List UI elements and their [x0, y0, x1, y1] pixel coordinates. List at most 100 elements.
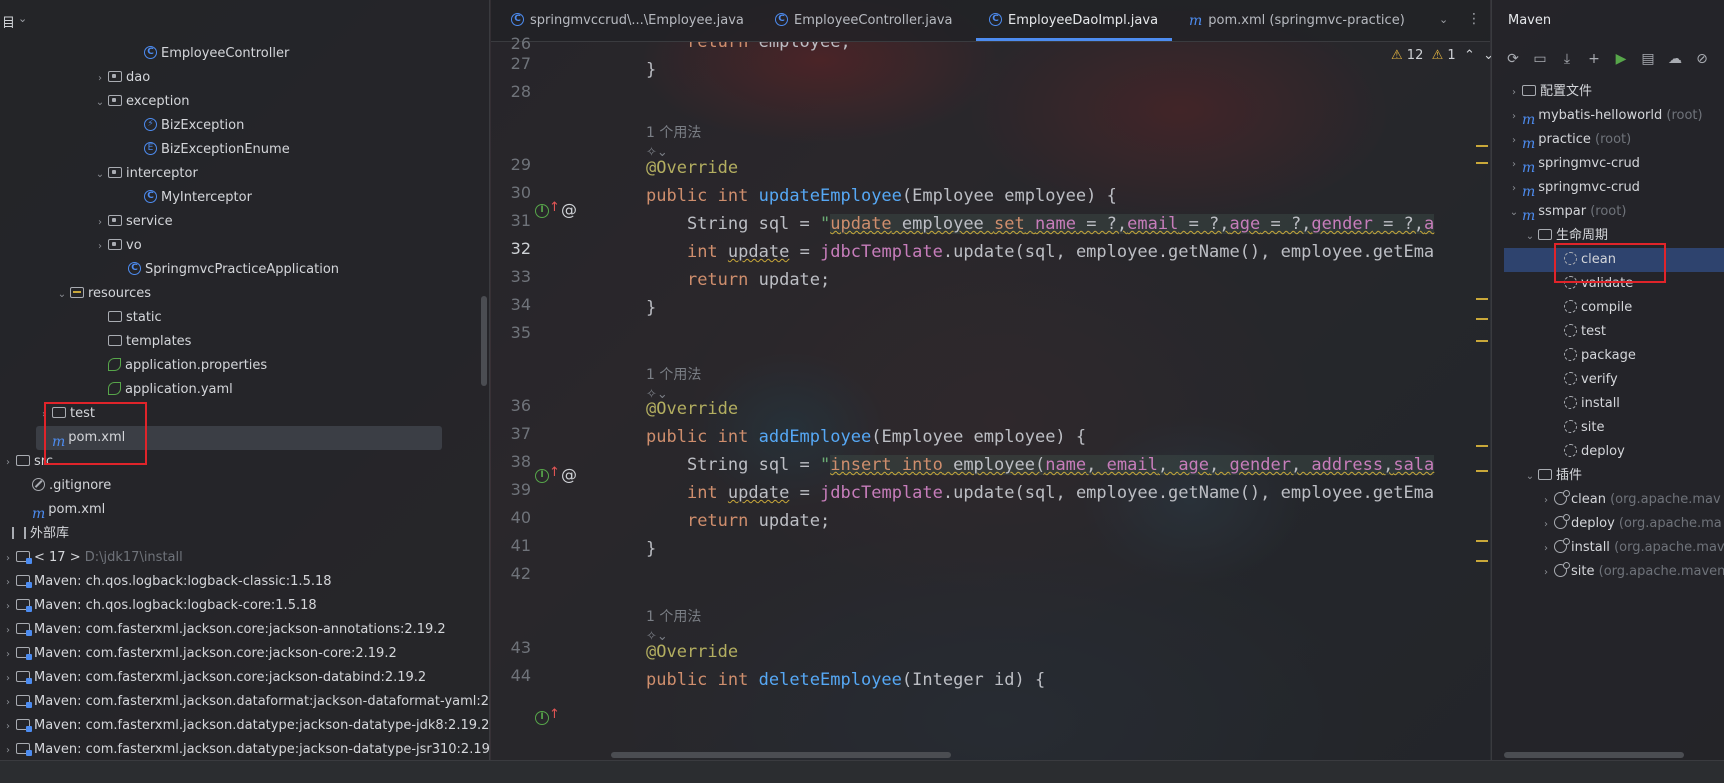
chevron-right-icon[interactable]: ›	[92, 211, 108, 235]
plus-icon[interactable]: +	[1585, 50, 1603, 68]
chevron-right-icon[interactable]: ›	[0, 715, 16, 739]
chevron-right-icon[interactable]: ›	[1506, 177, 1522, 201]
project-tree-item[interactable]: › test	[36, 402, 95, 426]
implements-method-icon[interactable]: I	[535, 469, 549, 483]
project-tree-item[interactable]: › dao	[92, 66, 150, 90]
maven-tree-item[interactable]: › m springmvc-crud	[1506, 152, 1640, 176]
project-tree-item[interactable]: m pom.xml	[36, 426, 442, 450]
project-tree-item[interactable]: E BizExceptionEnume	[128, 138, 290, 162]
code-area[interactable]: return employee; } 1 个用法 ✧⌄ @Override pu…	[646, 42, 1486, 760]
maven-tree-item[interactable]: validate	[1548, 272, 1633, 296]
error-stripe-mark[interactable]	[1476, 540, 1488, 542]
chevron-right-icon[interactable]: ›	[0, 619, 16, 643]
project-tree-item[interactable]: application.yaml	[92, 378, 233, 402]
override-arrow-icon[interactable]: ↑	[549, 465, 560, 480]
chevron-down-icon[interactable]: ⌄	[54, 283, 70, 307]
maven-tree-item[interactable]: › m mybatis-helloworld (root)	[1506, 104, 1703, 128]
project-tree-item[interactable]: › < 17 > D:\jdk17\install	[0, 546, 183, 570]
more-options-icon[interactable]: ⋮	[1467, 11, 1481, 27]
maven-tree-item[interactable]: package	[1548, 344, 1636, 368]
chevron-down-icon[interactable]: ⌄	[1522, 465, 1538, 489]
maven-tree-item[interactable]: site	[1548, 416, 1604, 440]
usage-hint[interactable]: 1 个用法	[646, 122, 701, 142]
project-tree-item[interactable]: ⚡ BizException	[128, 114, 244, 138]
execute-goal-icon[interactable]: ▤	[1639, 50, 1657, 68]
chevron-down-icon[interactable]: ⌄	[1522, 225, 1538, 249]
horizontal-scrollbar[interactable]	[1504, 752, 1684, 758]
project-tree-item[interactable]: C EmployeeController	[128, 42, 289, 66]
maven-tree-item[interactable]: clean	[1504, 248, 1724, 272]
tab-employee-dao-impl[interactable]: C EmployeeDaoImpl.java	[989, 13, 1158, 33]
chevron-right-icon[interactable]: ›	[1506, 129, 1522, 153]
chevron-right-icon[interactable]: ›	[36, 403, 52, 427]
chevron-right-icon[interactable]: ›	[92, 67, 108, 91]
tab-pom-xml[interactable]: m pom.xml (springmvc-practice)	[1189, 13, 1405, 33]
maven-tree-item[interactable]: install	[1548, 392, 1620, 416]
chevron-down-icon[interactable]: ⌄	[18, 12, 27, 25]
chevron-right-icon[interactable]: ›	[1506, 81, 1522, 105]
project-tree-item[interactable]: m pom.xml	[16, 498, 105, 522]
chevron-right-icon[interactable]: ›	[92, 235, 108, 259]
project-tree-item[interactable]: › service	[92, 210, 173, 234]
project-tree-item[interactable]: › Maven: ch.qos.logback:logback-core:1.5.…	[0, 594, 317, 618]
project-tree-item[interactable]: › Maven: com.fasterxml.jackson.datatype:j…	[0, 738, 489, 760]
maven-tree-item[interactable]: › install (org.apache.mav	[1538, 536, 1724, 560]
maven-tree-item[interactable]: compile	[1548, 296, 1632, 320]
maven-tree-item[interactable]: ⌄ 生命周期	[1522, 224, 1608, 248]
chevron-right-icon[interactable]: ›	[0, 451, 16, 475]
project-tree-item[interactable]: › Maven: com.fasterxml.jackson.core:jacks…	[0, 642, 397, 666]
chevron-right-icon[interactable]: ›	[0, 547, 16, 571]
chevron-right-icon[interactable]: ›	[0, 643, 16, 667]
project-tree-item[interactable]: application.properties	[92, 354, 267, 378]
error-stripe-mark[interactable]	[1476, 470, 1488, 472]
maven-tree-item[interactable]: ⌄ m ssmpar (root)	[1506, 200, 1627, 225]
usage-hint[interactable]: 1 个用法	[646, 606, 701, 626]
chevron-right-icon[interactable]: ›	[1506, 153, 1522, 177]
chevron-down-icon[interactable]: ⌄	[1506, 201, 1522, 225]
tab-employee-java[interactable]: Cspringmvccrud\...\Employee.java	[511, 13, 744, 33]
chevron-right-icon[interactable]: ›	[0, 691, 16, 715]
error-stripe-mark[interactable]	[1476, 340, 1488, 342]
project-tree-item[interactable]: › src	[0, 450, 53, 474]
project-tree-item[interactable]: › Maven: com.fasterxml.jackson.datatype:j…	[0, 714, 489, 738]
project-tree-item[interactable]: C SpringmvcPracticeApplication	[112, 258, 339, 282]
chevron-right-icon[interactable]: ›	[1538, 489, 1554, 513]
error-stripe-mark[interactable]	[1476, 145, 1488, 147]
error-stripe-mark[interactable]	[1476, 162, 1488, 164]
mapping-at-icon[interactable]: @	[561, 200, 577, 219]
override-arrow-icon[interactable]: ↑	[549, 707, 560, 722]
chevron-right-icon[interactable]: ›	[1538, 537, 1554, 561]
project-tree-item[interactable]: templates	[92, 330, 191, 354]
maven-tree-item[interactable]: ⌄ 插件	[1522, 464, 1582, 488]
add-folder-icon[interactable]: ▭	[1531, 50, 1549, 68]
maven-tree-item[interactable]: › site (org.apache.maven	[1538, 560, 1724, 584]
chevron-down-icon[interactable]: ⌄	[92, 91, 108, 115]
chevron-down-icon[interactable]: ⌄	[1439, 13, 1448, 26]
vertical-scrollbar[interactable]	[481, 296, 487, 386]
error-stripe-mark[interactable]	[1476, 445, 1488, 447]
project-tree-item[interactable]: › vo	[92, 234, 142, 258]
maven-tree-item[interactable]: verify	[1548, 368, 1618, 392]
maven-tree-item[interactable]: › m springmvc-crud	[1506, 176, 1640, 200]
maven-tree-item[interactable]: › m practice (root)	[1506, 128, 1631, 152]
project-tree-item[interactable]: ⌄ exception	[92, 90, 190, 114]
project-tree-item[interactable]: C MyInterceptor	[128, 186, 252, 210]
reload-icon[interactable]: ⟳	[1504, 50, 1522, 68]
maven-tree-item[interactable]: deploy	[1548, 440, 1625, 464]
chevron-right-icon[interactable]: ›	[1538, 513, 1554, 537]
maven-tree-item[interactable]: › deploy (org.apache.ma	[1538, 512, 1722, 536]
error-stripe-mark[interactable]	[1476, 318, 1488, 320]
project-tree-item[interactable]: › Maven: com.fasterxml.jackson.core:jacks…	[0, 618, 446, 642]
override-arrow-icon[interactable]: ↑	[549, 200, 560, 215]
project-tree-item[interactable]: static	[92, 306, 162, 330]
project-tree-item[interactable]: › Maven: ch.qos.logback:logback-classic:1…	[0, 570, 332, 594]
chevron-right-icon[interactable]: ›	[1506, 105, 1522, 129]
chevron-right-icon[interactable]: ›	[0, 667, 16, 691]
maven-tree-item[interactable]: › clean (org.apache.mav	[1538, 488, 1721, 512]
project-tree-item[interactable]: ⌄ resources	[54, 282, 151, 306]
error-stripe-mark[interactable]	[1476, 298, 1488, 300]
project-tree-item[interactable]: 外部库	[0, 522, 69, 546]
project-tree-item[interactable]: › Maven: com.fasterxml.jackson.dataformat…	[0, 690, 489, 715]
project-tree-item[interactable]: .gitignore	[16, 474, 111, 498]
project-tree-item[interactable]: › Maven: com.fasterxml.jackson.core:jacks…	[0, 666, 426, 690]
